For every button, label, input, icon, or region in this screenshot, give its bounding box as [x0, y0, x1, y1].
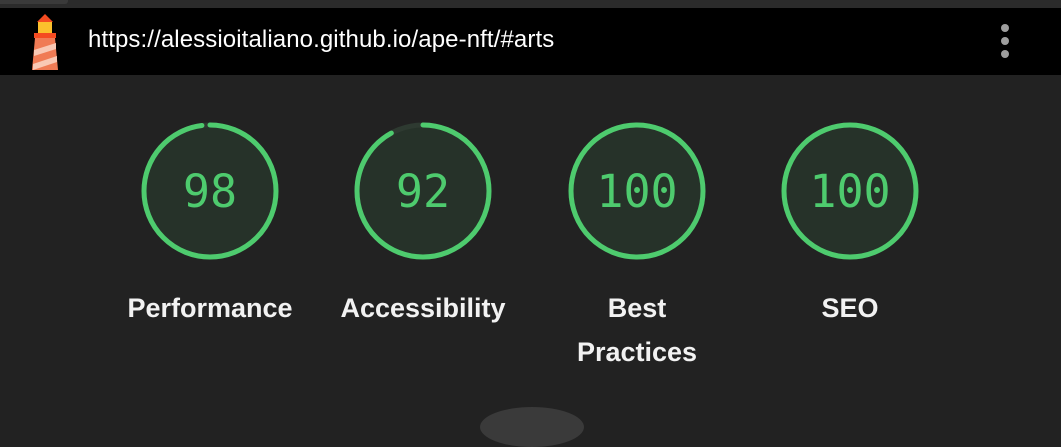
scroll-indicator: [480, 407, 584, 447]
score-gauge-ring: 92: [354, 122, 492, 260]
more-vertical-icon[interactable]: [990, 18, 1020, 64]
gauge-accessibility[interactable]: 92 Accessibility: [323, 119, 523, 330]
tab-edge: [0, 0, 68, 4]
score-gauge-ring: 98: [141, 122, 279, 260]
gauge-label: Accessibility: [340, 293, 506, 323]
browser-tab-strip: [0, 0, 1061, 8]
score-gauge-ring: 100: [781, 122, 919, 260]
gauge-seo[interactable]: 100 SEO: [750, 119, 950, 330]
gauge-label: Performance: [127, 293, 293, 323]
gauge-score: 100: [596, 165, 677, 218]
gauge-score: 98: [183, 165, 237, 218]
lighthouse-icon: [32, 14, 58, 70]
gauge-label: Best Practices: [576, 293, 698, 367]
gauge-best-practices[interactable]: 100 Best Practices: [537, 119, 737, 374]
gauge-score: 100: [809, 165, 890, 218]
score-gauge-ring: 100: [568, 122, 706, 260]
gauge-score: 92: [396, 165, 450, 218]
gauge-label: SEO: [821, 293, 879, 323]
scores-panel: 98 Performance 92 Accessibility 100 Best Pra…: [0, 75, 1061, 447]
report-url-bar: https://alessioitaliano.github.io/ape-nf…: [0, 8, 1061, 75]
report-url[interactable]: https://alessioitaliano.github.io/ape-nf…: [88, 26, 554, 54]
gauge-performance[interactable]: 98 Performance: [110, 119, 310, 330]
